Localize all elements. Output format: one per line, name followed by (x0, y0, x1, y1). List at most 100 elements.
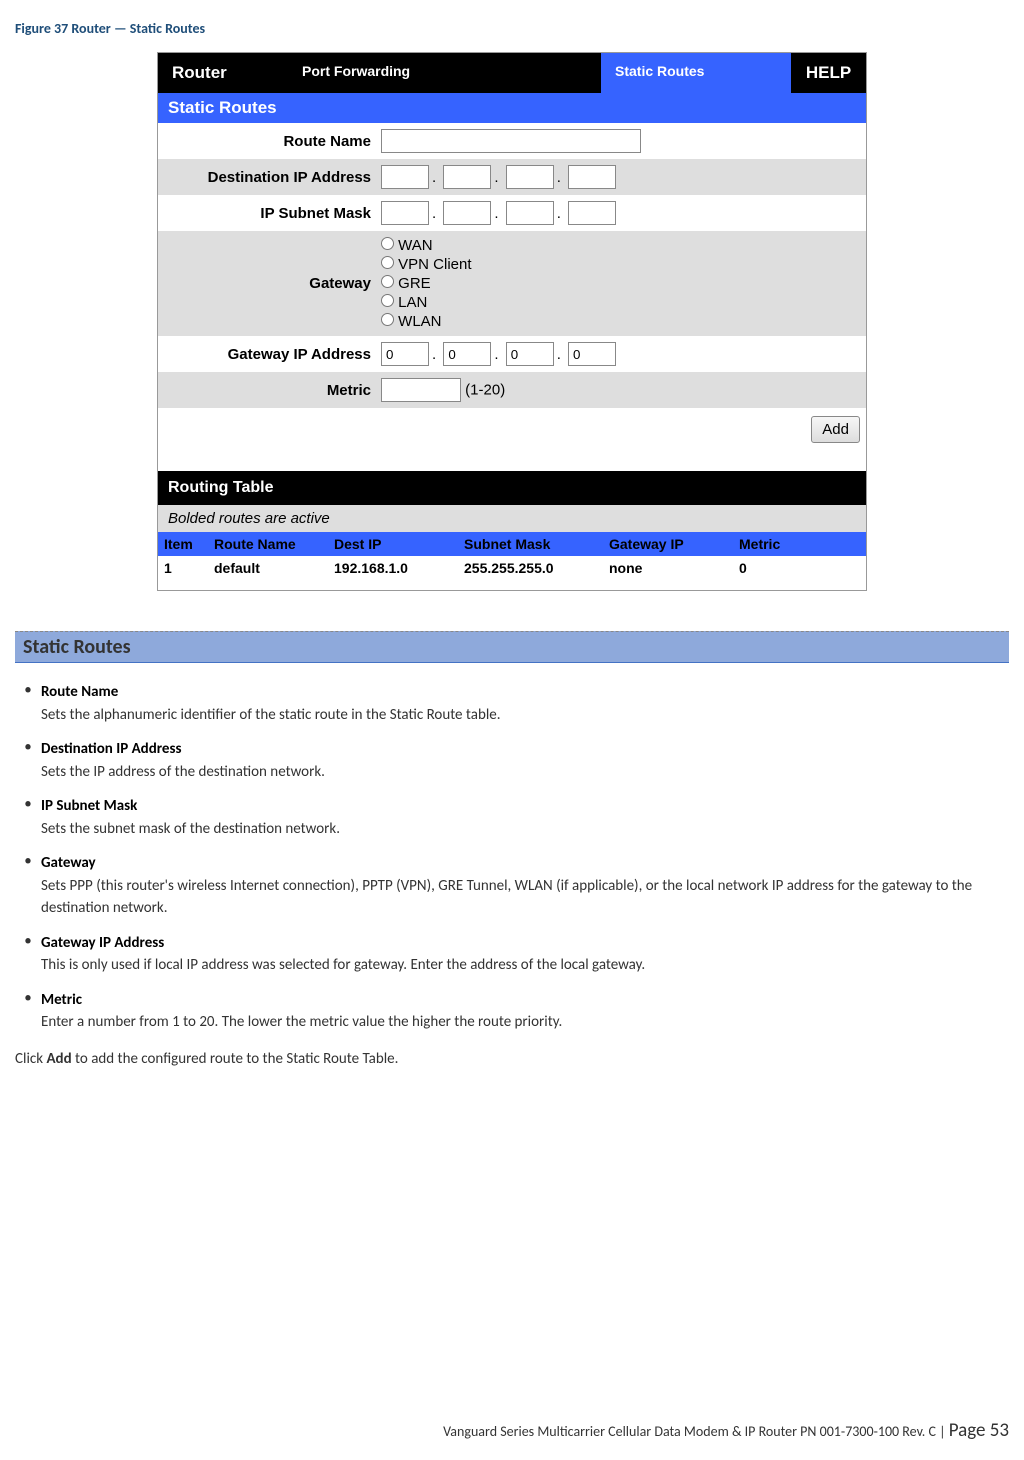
tab-port-forwarding[interactable]: Port Forwarding (288, 53, 601, 93)
page-footer: Vanguard Series Multicarrier Cellular Da… (443, 1419, 1009, 1442)
dest-ip-octet-3[interactable] (506, 165, 554, 189)
cell-dest: 192.168.1.0 (328, 556, 458, 580)
list-item: • Gateway Sets PPP (this router's wirele… (15, 852, 1009, 920)
dest-ip-octet-2[interactable] (443, 165, 491, 189)
cell-item: 1 (158, 556, 208, 580)
dot-icon: . (557, 205, 561, 222)
bullet-icon: • (15, 852, 41, 920)
gateway-opt-vpn-label: VPN Client (398, 256, 471, 273)
gateway-opt-gre-label: GRE (398, 275, 431, 292)
dest-ip-label: Destination IP Address (164, 169, 379, 186)
section-header-static-routes: Static Routes (158, 93, 866, 123)
routing-table-note: Bolded routes are active (158, 505, 866, 532)
col-header-gw: Gateway IP (603, 532, 733, 556)
subnet-octet-4[interactable] (568, 201, 616, 225)
list-item: • Gateway IP Address This is only used i… (15, 932, 1009, 977)
router-ui-screenshot: Router Port Forwarding Static Routes HEL… (157, 52, 867, 591)
bullet-title: Gateway (41, 854, 96, 872)
row-subnet-mask: IP Subnet Mask . . . (158, 195, 866, 231)
gw-ip-octet-3[interactable] (506, 342, 554, 366)
dot-icon: . (432, 169, 436, 186)
col-header-dest: Dest IP (328, 532, 458, 556)
row-route-name: Route Name (158, 123, 866, 159)
route-name-input[interactable] (381, 129, 641, 153)
subnet-mask-label: IP Subnet Mask (164, 205, 379, 222)
routing-table-header: Item Route Name Dest IP Subnet Mask Gate… (158, 532, 866, 556)
row-dest-ip: Destination IP Address . . . (158, 159, 866, 195)
gateway-opt-wlan-label: WLAN (398, 313, 441, 330)
dot-icon: . (557, 346, 561, 363)
col-header-metric: Metric (733, 532, 803, 556)
add-button-row: Add (158, 408, 866, 451)
bullet-text: Sets the alphanumeric identifier of the … (41, 706, 501, 724)
tab-help[interactable]: HELP (791, 53, 866, 93)
table-row: 1 default 192.168.1.0 255.255.255.0 none… (158, 556, 866, 580)
row-metric: Metric (1-20) (158, 372, 866, 408)
bullet-icon: • (15, 738, 41, 783)
gateway-ip-label: Gateway IP Address (164, 346, 379, 363)
bullet-title: Destination IP Address (41, 740, 181, 758)
dot-icon: . (494, 346, 498, 363)
bullet-text: Enter a number from 1 to 20. The lower t… (41, 1013, 562, 1031)
nav-tabs: Router Port Forwarding Static Routes HEL… (158, 53, 866, 93)
bullet-text: Sets the subnet mask of the destination … (41, 820, 340, 838)
row-gateway: Gateway WAN VPN Client GRE LAN WLAN (158, 231, 866, 336)
add-button[interactable]: Add (811, 416, 860, 443)
bullet-text: This is only used if local IP address wa… (41, 956, 645, 974)
gateway-radio-gre[interactable]: GRE (381, 275, 860, 292)
bullet-icon: • (15, 795, 41, 840)
dot-icon: . (557, 169, 561, 186)
bullet-title: Route Name (41, 683, 118, 701)
gateway-radio-lan[interactable]: LAN (381, 294, 860, 311)
route-name-label: Route Name (164, 133, 379, 150)
col-header-item: Item (158, 532, 208, 556)
metric-label: Metric (164, 382, 379, 399)
subnet-octet-3[interactable] (506, 201, 554, 225)
description-heading: Static Routes (15, 631, 1009, 663)
cell-name: default (208, 556, 328, 580)
gw-ip-octet-4[interactable] (568, 342, 616, 366)
cell-mask: 255.255.255.0 (458, 556, 603, 580)
bullet-title: IP Subnet Mask (41, 797, 137, 815)
bullet-icon: • (15, 989, 41, 1034)
routing-table-title: Routing Table (158, 471, 866, 505)
list-item: • Metric Enter a number from 1 to 20. Th… (15, 989, 1009, 1034)
gateway-radio-wan[interactable]: WAN (381, 237, 860, 254)
gateway-radio-vpn[interactable]: VPN Client (381, 256, 860, 273)
add-instruction-text: Click Add to add the configured route to… (15, 1048, 1009, 1071)
gateway-label: Gateway (164, 275, 379, 292)
bullet-icon: • (15, 681, 41, 726)
metric-hint: (1-20) (465, 382, 505, 399)
row-gateway-ip: Gateway IP Address . . . (158, 336, 866, 372)
bullet-icon: • (15, 932, 41, 977)
bullet-text: Sets PPP (this router's wireless Interne… (41, 877, 972, 918)
dot-icon: . (494, 169, 498, 186)
nav-router-label: Router (158, 53, 288, 93)
gateway-radio-wlan[interactable]: WLAN (381, 313, 860, 330)
dest-ip-octet-1[interactable] (381, 165, 429, 189)
bullet-title: Gateway IP Address (41, 934, 164, 952)
tab-static-routes[interactable]: Static Routes (601, 53, 791, 93)
dot-icon: . (432, 205, 436, 222)
gateway-opt-lan-label: LAN (398, 294, 427, 311)
list-item: • Destination IP Address Sets the IP add… (15, 738, 1009, 783)
metric-input[interactable] (381, 378, 461, 402)
dot-icon: . (494, 205, 498, 222)
subnet-octet-2[interactable] (443, 201, 491, 225)
col-header-mask: Subnet Mask (458, 532, 603, 556)
gw-ip-octet-2[interactable] (443, 342, 491, 366)
gateway-opt-wan-label: WAN (398, 237, 432, 254)
list-item: • Route Name Sets the alphanumeric ident… (15, 681, 1009, 726)
dest-ip-octet-4[interactable] (568, 165, 616, 189)
gw-ip-octet-1[interactable] (381, 342, 429, 366)
col-header-name: Route Name (208, 532, 328, 556)
cell-metric: 0 (733, 556, 803, 580)
footer-doc-title: Vanguard Series Multicarrier Cellular Da… (443, 1423, 936, 1440)
list-item: • IP Subnet Mask Sets the subnet mask of… (15, 795, 1009, 840)
figure-caption: Figure 37 Router — Static Routes (15, 20, 1009, 37)
cell-gw: none (603, 556, 733, 580)
bullet-title: Metric (41, 991, 82, 1009)
page-number: Page 53 (949, 1419, 1009, 1442)
bullet-text: Sets the IP address of the destination n… (41, 763, 325, 781)
subnet-octet-1[interactable] (381, 201, 429, 225)
